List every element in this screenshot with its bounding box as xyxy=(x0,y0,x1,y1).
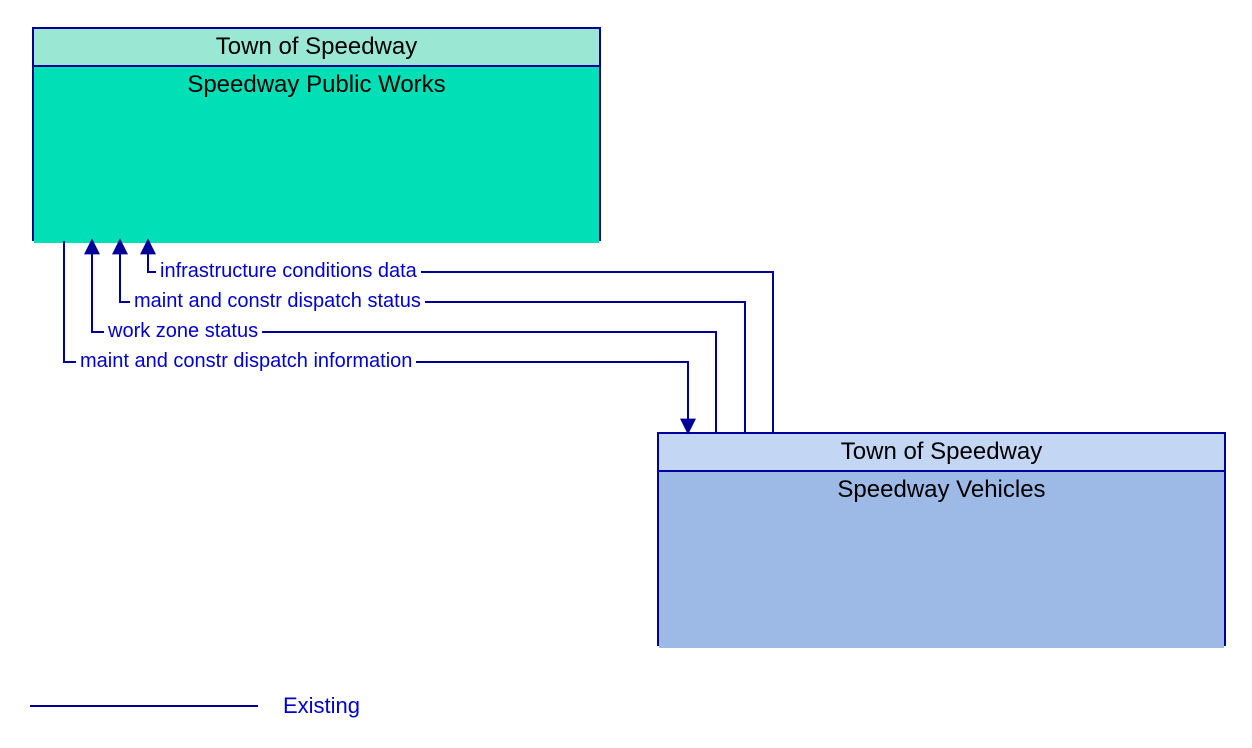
legend-label-existing: Existing xyxy=(283,693,360,719)
box-public-works: Town of Speedway Speedway Public Works xyxy=(32,27,601,241)
box-public-works-body: Speedway Public Works xyxy=(34,67,599,243)
box-vehicles-body: Speedway Vehicles xyxy=(659,472,1224,648)
box-vehicles-header: Town of Speedway xyxy=(659,434,1224,472)
box-public-works-body-text: Speedway Public Works xyxy=(187,71,445,98)
flow-label-dispatch-status: maint and constr dispatch status xyxy=(130,290,425,313)
box-vehicles-body-text: Speedway Vehicles xyxy=(837,476,1045,503)
box-public-works-header-text: Town of Speedway xyxy=(216,33,417,60)
flow-label-dispatch-information: maint and constr dispatch information xyxy=(76,350,416,373)
box-vehicles-header-text: Town of Speedway xyxy=(841,438,1042,465)
box-public-works-header: Town of Speedway xyxy=(34,29,599,67)
box-vehicles: Town of Speedway Speedway Vehicles xyxy=(657,432,1226,646)
flow-label-infrastructure-conditions: infrastructure conditions data xyxy=(156,260,421,283)
flow-label-work-zone-status: work zone status xyxy=(104,320,262,343)
diagram-stage: Town of Speedway Speedway Public Works T… xyxy=(0,0,1252,748)
